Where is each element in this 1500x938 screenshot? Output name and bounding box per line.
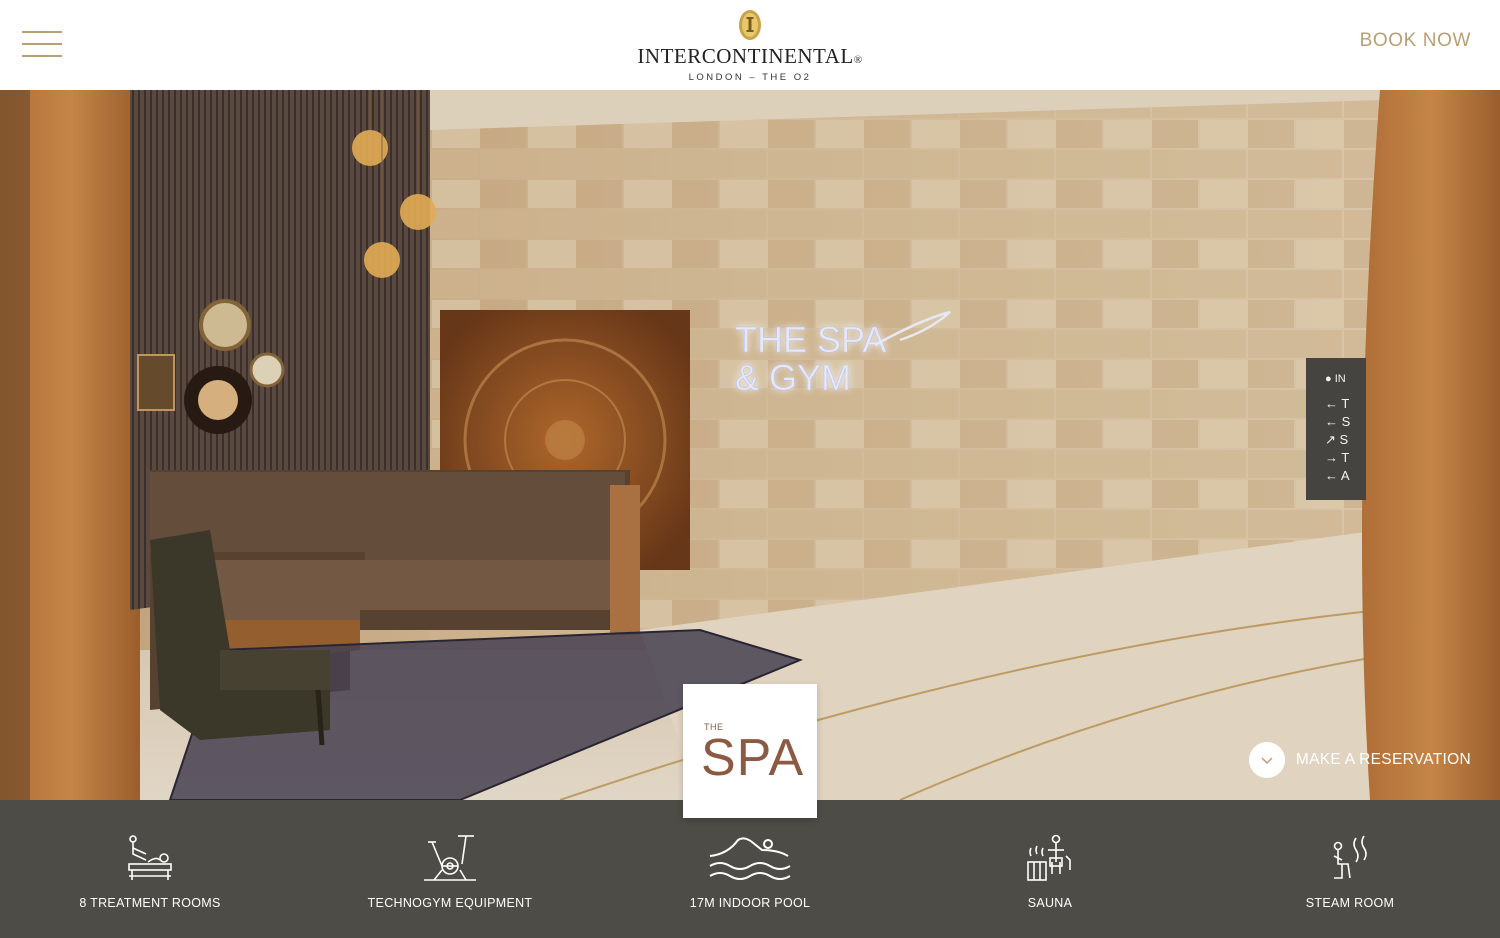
sauna-icon <box>1027 834 1071 881</box>
registered-mark: ® <box>853 54 863 66</box>
amenity-indoor-pool: 17M INDOOR POOL <box>600 800 900 938</box>
book-now-button[interactable]: BOOK NOW <box>1360 30 1471 52</box>
amenity-technogym: TECHNOGYM EQUIPMENT <box>300 800 600 938</box>
amenity-sauna: SAUNA <box>900 800 1200 938</box>
amenity-label: TECHNOGYM EQUIPMENT <box>367 896 533 910</box>
hamburger-icon[interactable] <box>22 30 62 58</box>
amenities-bar: 8 TREATMENT ROOMS TECHNOGYM EQUIPMENT 17… <box>0 800 1500 938</box>
make-reservation-button[interactable]: MAKE A RESERVATION <box>1248 742 1471 778</box>
amenity-label: 17M INDOOR POOL <box>689 896 811 910</box>
amenity-treatment-rooms: 8 TREATMENT ROOMS <box>0 800 300 938</box>
swimmer-icon <box>709 837 791 880</box>
amenity-steam-room: STEAM ROOM <box>1200 800 1500 938</box>
reservation-label: MAKE A RESERVATION <box>1295 751 1471 768</box>
amenity-label: STEAM ROOM <box>1305 896 1395 910</box>
brand-name: INTERCONTINENTAL <box>637 44 854 68</box>
spa-logo-badge: THE SPA <box>683 684 817 818</box>
steam-room-icon <box>1333 835 1367 879</box>
massage-icon <box>128 835 172 880</box>
intercontinental-logo[interactable]: INTERCONTINENTAL® LONDON – THE O2 <box>600 8 900 86</box>
brand-location: LONDON – THE O2 <box>688 72 812 83</box>
amenity-label: 8 TREATMENT ROOMS <box>79 896 221 910</box>
spa-badge-title: SPA <box>701 729 805 787</box>
logo-emblem-icon <box>739 10 761 40</box>
amenity-label: SAUNA <box>1027 896 1073 910</box>
exercise-bike-icon <box>424 835 476 881</box>
chevron-down-icon <box>1248 742 1285 778</box>
site-header: INTERCONTINENTAL® LONDON – THE O2 BOOK N… <box>0 0 1500 90</box>
